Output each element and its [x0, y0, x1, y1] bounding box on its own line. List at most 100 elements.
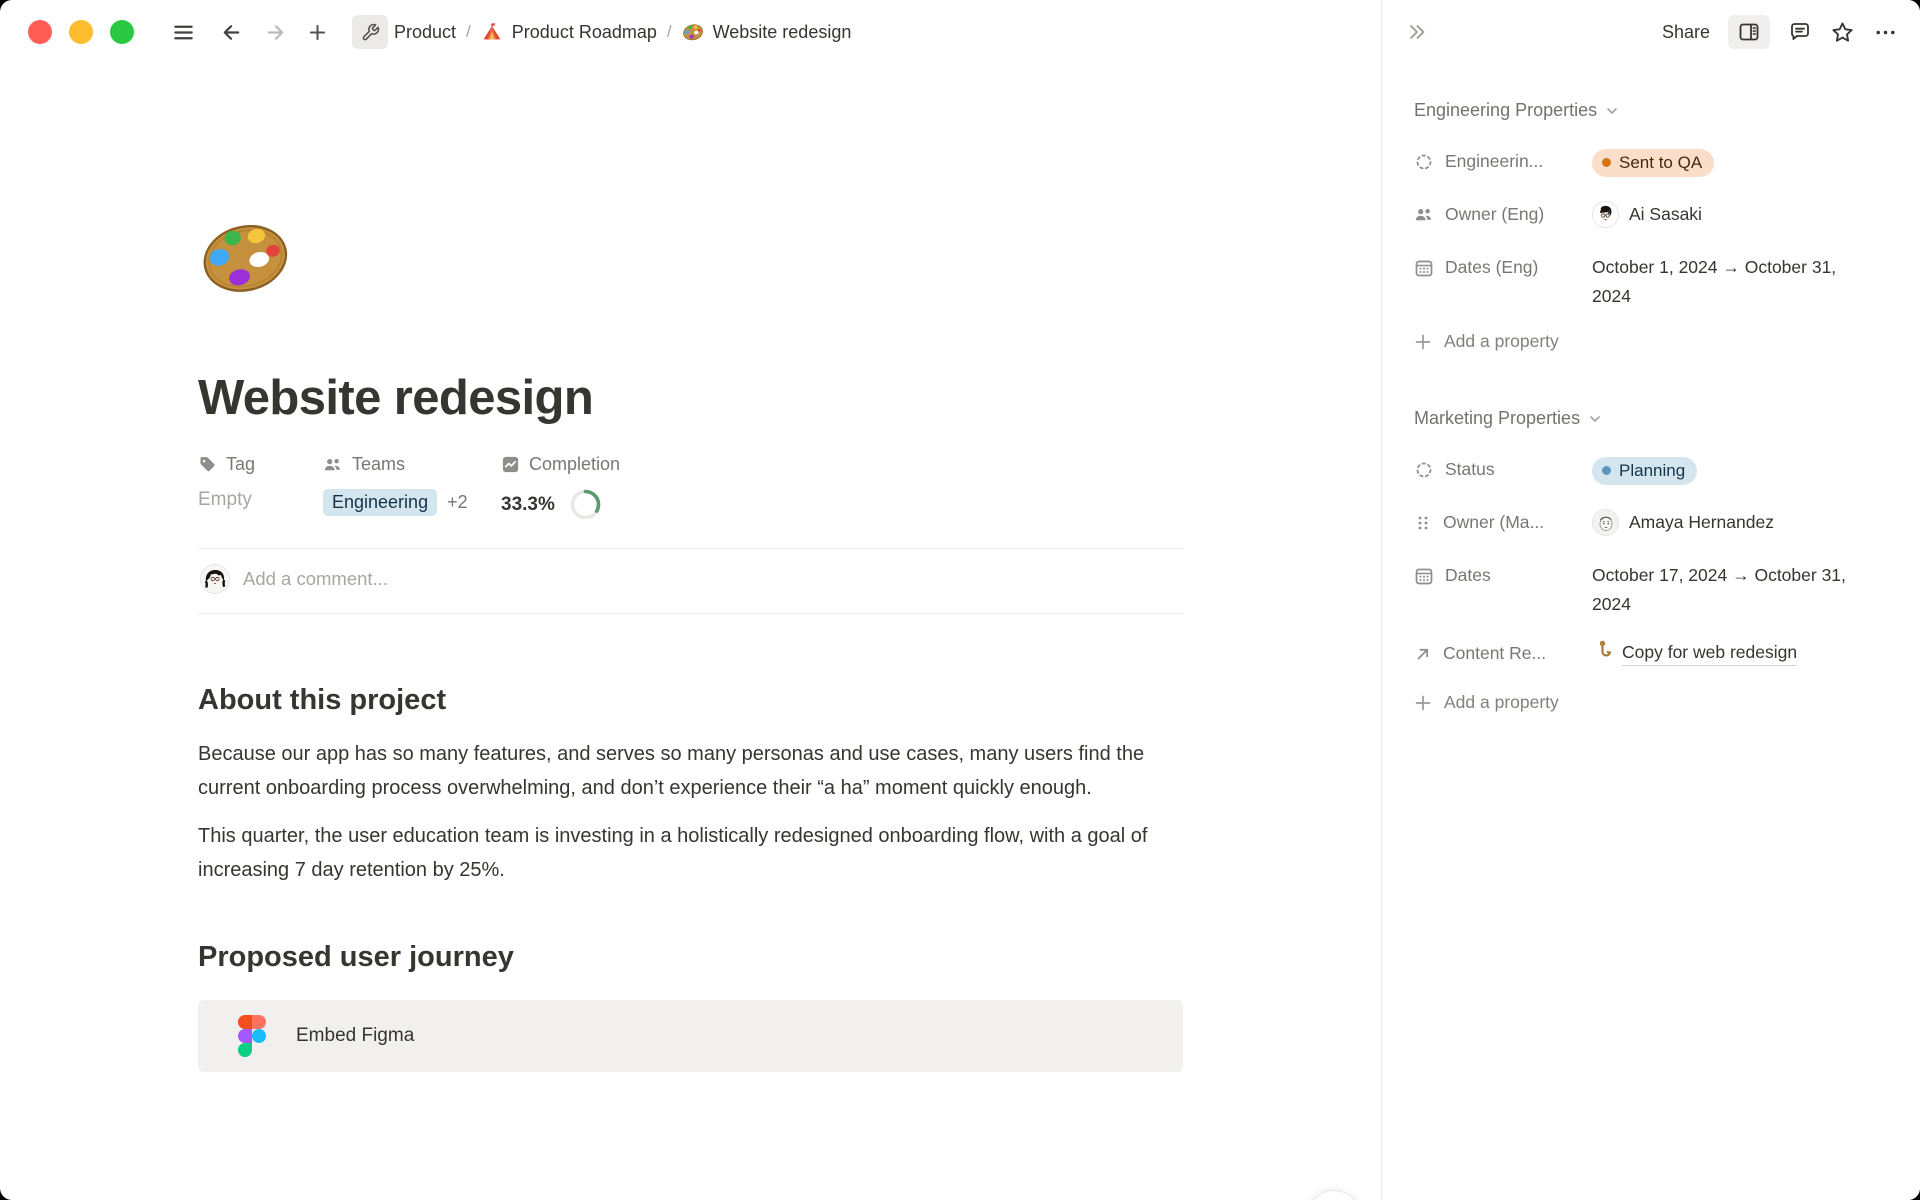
- zoom-window-button[interactable]: [110, 20, 134, 44]
- breadcrumb-item-product[interactable]: Product: [388, 18, 462, 47]
- add-property-button[interactable]: Add a property: [1414, 331, 1880, 352]
- breadcrumb-item-product-roadmap[interactable]: Product Roadmap: [475, 17, 663, 47]
- property-value-cell[interactable]: Copy for web redesign: [1592, 639, 1797, 666]
- chart-icon: [501, 455, 520, 474]
- forward-icon[interactable]: [258, 15, 292, 49]
- paragraph[interactable]: This quarter, the user education team is…: [198, 819, 1183, 887]
- close-window-button[interactable]: [28, 20, 52, 44]
- property-row-status[interactable]: Status Planning: [1414, 455, 1880, 488]
- status-spinner-icon: [1414, 152, 1434, 172]
- status-spinner-icon: [1414, 460, 1434, 480]
- property-label: Teams: [352, 454, 405, 475]
- avatar: [1592, 509, 1619, 536]
- calendar-icon: [1414, 566, 1434, 586]
- collapse-sidebar-icon[interactable]: [1406, 21, 1428, 43]
- property-label: Status: [1445, 455, 1495, 484]
- top-bar: Product / Product Roadmap / Website rede…: [0, 0, 1381, 64]
- property-label-cell[interactable]: Content Re...: [1414, 639, 1592, 668]
- more-options-icon[interactable]: [1873, 20, 1898, 45]
- property-label: Tag: [226, 454, 255, 475]
- section-heading-about[interactable]: About this project: [198, 684, 1183, 717]
- menu-icon[interactable]: [166, 15, 200, 49]
- property-completion-value[interactable]: 33.3%: [501, 489, 620, 520]
- section-title: Marketing Properties: [1414, 408, 1580, 429]
- status-badge[interactable]: Sent to QA: [1592, 149, 1714, 177]
- person-name: Ai Sasaki: [1629, 200, 1702, 229]
- property-tag[interactable]: Tag: [198, 454, 323, 475]
- tag-icon: [198, 455, 217, 474]
- breadcrumb-label: Website redesign: [713, 22, 852, 43]
- page-title[interactable]: Website redesign: [198, 370, 1183, 426]
- embed-figma-label: Embed Figma: [296, 1025, 414, 1047]
- property-label-cell[interactable]: Engineerin...: [1414, 147, 1592, 176]
- property-row-owner-marketing[interactable]: Owner (Ma... Amaya Hernandez: [1414, 508, 1880, 541]
- status-badge[interactable]: Planning: [1592, 457, 1697, 485]
- avatar: [200, 564, 230, 594]
- property-tag-value[interactable]: Empty: [198, 489, 323, 511]
- teams-more-count[interactable]: +2: [447, 492, 468, 513]
- property-label: Dates: [1445, 561, 1491, 590]
- add-property-label: Add a property: [1444, 331, 1559, 352]
- minimize-window-button[interactable]: [69, 20, 93, 44]
- wrench-icon[interactable]: [352, 15, 388, 49]
- comments-icon[interactable]: [1788, 20, 1812, 44]
- property-row-engineering-status[interactable]: Engineerin... Sent to QA: [1414, 147, 1880, 180]
- property-value-cell[interactable]: Planning: [1592, 455, 1697, 485]
- new-page-icon[interactable]: [300, 15, 334, 49]
- linked-page-title[interactable]: Copy for web redesign: [1622, 639, 1797, 666]
- figma-logo-icon: [238, 1015, 266, 1057]
- toggle-side-panel-icon[interactable]: [1728, 15, 1770, 49]
- sidebar-top-bar: Share: [1382, 0, 1920, 64]
- engineering-properties-header[interactable]: Engineering Properties: [1414, 100, 1880, 121]
- back-icon[interactable]: [214, 15, 248, 49]
- comment-input-row[interactable]: Add a comment...: [198, 549, 1183, 609]
- property-completion[interactable]: Completion: [501, 454, 620, 475]
- chevron-down-icon: [1588, 412, 1602, 426]
- breadcrumb-separator: /: [667, 22, 672, 42]
- plus-icon: [1414, 333, 1432, 351]
- property-teams[interactable]: Teams: [323, 454, 501, 475]
- property-value-cell[interactable]: October 17, 2024 → October 31, 2024: [1592, 561, 1852, 619]
- figma-embed-block[interactable]: Embed Figma: [198, 1000, 1183, 1072]
- marketing-properties-header[interactable]: Marketing Properties: [1414, 408, 1880, 429]
- property-teams-value[interactable]: Engineering +2: [323, 489, 501, 516]
- property-label-cell[interactable]: Owner (Ma...: [1414, 508, 1592, 537]
- page-icon-palette[interactable]: [198, 210, 292, 304]
- breadcrumb-item-website-redesign[interactable]: Website redesign: [676, 17, 858, 47]
- property-value-cell[interactable]: Ai Sasaki: [1592, 200, 1702, 229]
- property-row-dates-eng[interactable]: Dates (Eng) October 1, 2024 → October 31…: [1414, 253, 1880, 311]
- property-row-dates[interactable]: Dates October 17, 2024 → October 31, 202…: [1414, 561, 1880, 619]
- arrow-up-right-icon: [1414, 645, 1432, 663]
- people-icon: [1414, 205, 1434, 225]
- breadcrumb-label: Product Roadmap: [512, 22, 657, 43]
- property-label: Dates (Eng): [1445, 253, 1538, 282]
- paragraph[interactable]: Because our app has so many features, an…: [198, 737, 1183, 805]
- share-button[interactable]: Share: [1662, 22, 1710, 43]
- property-label-cell[interactable]: Dates: [1414, 561, 1592, 590]
- notion-ai-button[interactable]: [1307, 1190, 1361, 1200]
- property-value-cell[interactable]: Sent to QA: [1592, 147, 1714, 177]
- property-row-owner-eng[interactable]: Owner (Eng) Ai Sasaki: [1414, 200, 1880, 233]
- property-value-cell[interactable]: Amaya Hernandez: [1592, 508, 1774, 537]
- property-label-cell[interactable]: Status: [1414, 455, 1592, 484]
- drag-dots-icon: [1414, 514, 1432, 532]
- favorite-star-icon[interactable]: [1830, 20, 1855, 45]
- breadcrumb-label: Product: [394, 22, 456, 43]
- section-heading-journey[interactable]: Proposed user journey: [198, 941, 1183, 974]
- property-label-cell[interactable]: Owner (Eng): [1414, 200, 1592, 229]
- property-label: Owner (Ma...: [1443, 508, 1544, 537]
- avatar: [1592, 201, 1619, 228]
- status-dot: [1602, 158, 1611, 167]
- calendar-icon: [1414, 258, 1434, 278]
- property-row-content-refresh[interactable]: Content Re... Copy for web redesign: [1414, 639, 1880, 672]
- hook-icon: [1592, 639, 1613, 660]
- teams-tag-engineering[interactable]: Engineering: [323, 489, 437, 516]
- property-value-cell[interactable]: October 1, 2024 → October 31, 2024: [1592, 253, 1852, 311]
- add-property-button[interactable]: Add a property: [1414, 692, 1880, 713]
- status-text: Planning: [1619, 459, 1685, 482]
- property-label-cell[interactable]: Dates (Eng): [1414, 253, 1592, 282]
- palette-icon: [682, 21, 704, 43]
- page-properties-row: Tag Empty Teams Engineering +2: [198, 454, 1183, 520]
- property-label: Engineerin...: [1445, 147, 1543, 176]
- property-label: Completion: [529, 454, 620, 475]
